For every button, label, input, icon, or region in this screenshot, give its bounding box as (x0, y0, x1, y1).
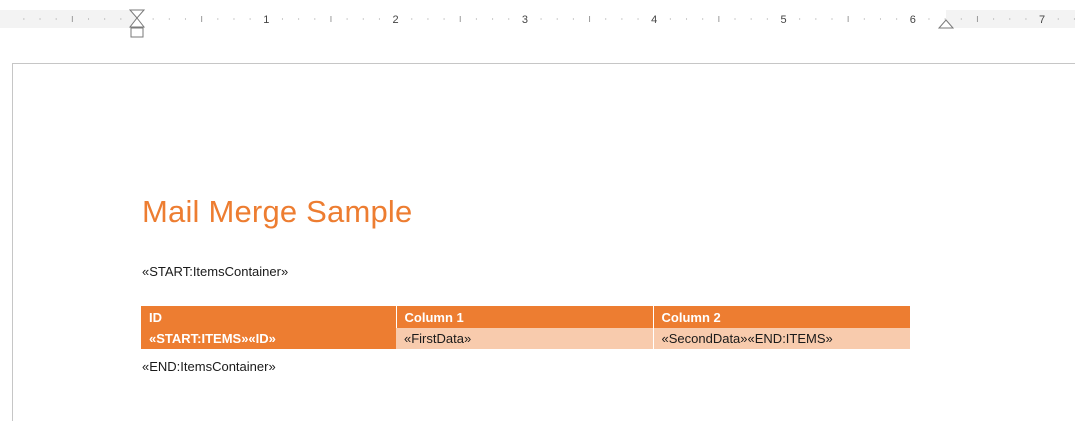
ruler-dot (249, 18, 251, 20)
table-row: «START:ITEMS»«ID» «FirstData» «SecondDat… (141, 328, 910, 349)
ruler-dot (896, 18, 898, 20)
ruler-dot (443, 18, 445, 20)
ruler-number: 4 (651, 14, 657, 26)
ruler-dot (831, 18, 833, 20)
cell-second-data[interactable]: «SecondData»«END:ITEMS» (652, 328, 910, 349)
cell-first-data[interactable]: «FirstData» (396, 328, 653, 349)
ruler-dot (104, 18, 106, 20)
ruler-dot (152, 18, 154, 20)
ruler-dot (475, 18, 477, 20)
ruler-graphic: 1 2 3 4 5 6 7 (0, 9, 1075, 38)
ruler-dot (427, 18, 429, 20)
ruler-dot (411, 18, 413, 20)
ruler-dot (993, 18, 995, 20)
ruler-number: 5 (780, 14, 786, 26)
ruler-dot (39, 18, 41, 20)
header-cell-column-1[interactable]: Column 1 (395, 306, 653, 328)
ruler-dot (734, 18, 736, 20)
cell-start-items-id[interactable]: «START:ITEMS»«ID» (141, 328, 396, 349)
table-header-row: ID Column 1 Column 2 (141, 306, 910, 328)
ruler-dot (508, 18, 510, 20)
ruler-dot (637, 18, 639, 20)
ruler-dot (960, 18, 962, 20)
ruler-dot (1009, 18, 1011, 20)
ruler-dot (1057, 18, 1059, 20)
start-items-container-field[interactable]: «START:ItemsContainer» (142, 264, 288, 279)
end-items-container-field[interactable]: «END:ItemsContainer» (142, 359, 276, 374)
ruler-dot (572, 18, 574, 20)
ruler-dot (492, 18, 494, 20)
ruler-dot (605, 18, 607, 20)
ruler-dot (23, 18, 25, 20)
document-title[interactable]: Mail Merge Sample (142, 194, 412, 230)
ruler-dot (120, 18, 122, 20)
page-top-edge (12, 63, 1075, 64)
ruler-dot (621, 18, 623, 20)
ruler-dot (540, 18, 542, 20)
ruler-number: 3 (522, 14, 528, 26)
ruler-dot (55, 18, 57, 20)
ruler-dot (168, 18, 170, 20)
ruler-number: 2 (393, 14, 399, 26)
merge-table[interactable]: ID Column 1 Column 2 «START:ITEMS»«ID» «… (141, 306, 910, 349)
left-indent-marker (130, 27, 144, 38)
ruler-dot (669, 18, 671, 20)
ruler-dot (233, 18, 235, 20)
ruler-dot (314, 18, 316, 20)
ruler-dot (217, 18, 219, 20)
ruler-dot (362, 18, 364, 20)
ruler-dot (766, 18, 768, 20)
ruler-dot (799, 18, 801, 20)
ruler-dot (702, 18, 704, 20)
ruler-number: 1 (263, 14, 269, 26)
header-cell-id[interactable]: ID (141, 306, 396, 328)
ruler-dot (378, 18, 380, 20)
ruler-dot (88, 18, 90, 20)
page-left-edge (12, 63, 13, 421)
ruler-dot (944, 18, 946, 20)
ruler-dot (346, 18, 348, 20)
header-cell-column-2[interactable]: Column 2 (652, 306, 910, 328)
ruler-dot (863, 18, 865, 20)
ruler-dot (184, 18, 186, 20)
ruler-number: 7 (1039, 14, 1045, 26)
ruler-dot (750, 18, 752, 20)
ruler-number: 6 (910, 14, 916, 26)
ruler-dot (686, 18, 688, 20)
ruler-dot (281, 18, 283, 20)
ruler-dot (1025, 18, 1027, 20)
ruler-dot (298, 18, 300, 20)
ruler-dot (556, 18, 558, 20)
ruler-dot (879, 18, 881, 20)
ruler-dot (815, 18, 817, 20)
horizontal-ruler[interactable]: 1 2 3 4 5 6 7 (0, 0, 1075, 46)
ruler-dot (928, 18, 930, 20)
